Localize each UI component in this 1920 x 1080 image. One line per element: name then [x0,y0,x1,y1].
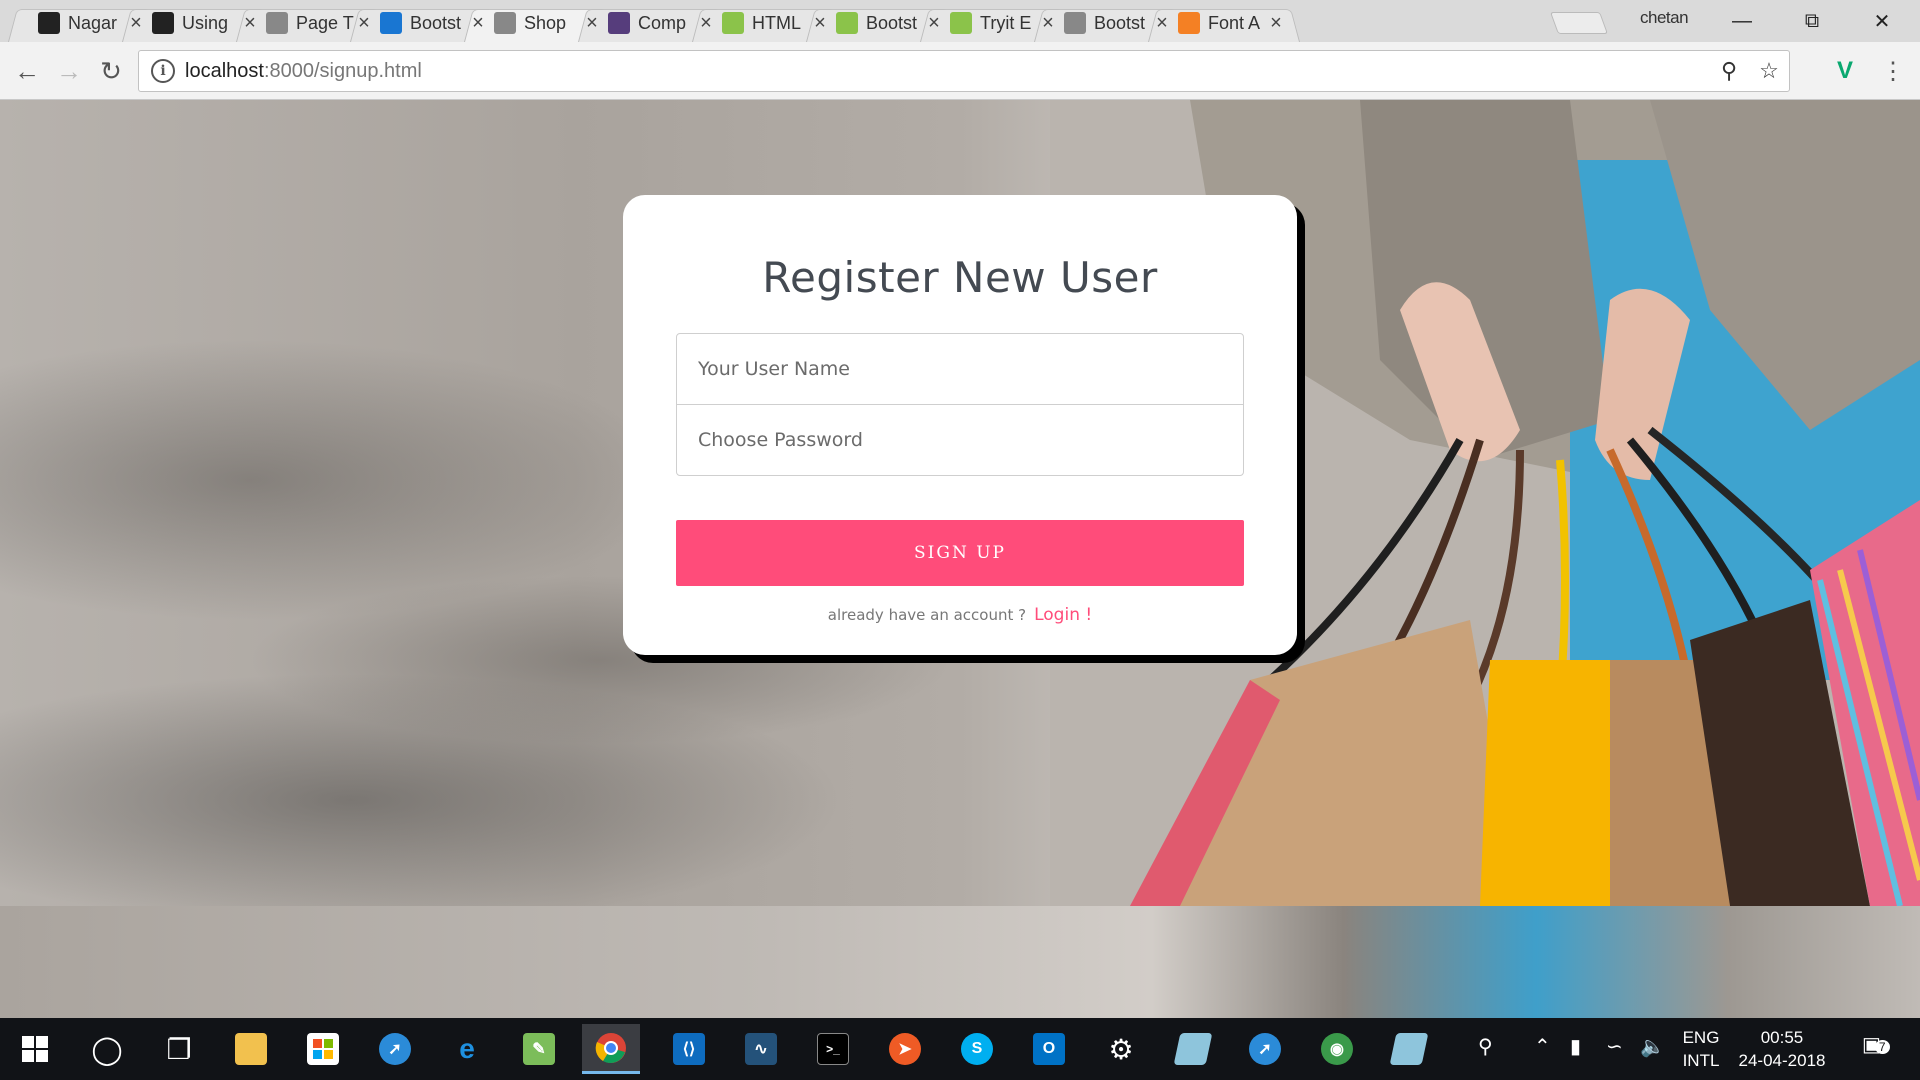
browser-app-icon[interactable]: ➚ [1236,1024,1294,1074]
w3-icon [950,12,972,34]
clock-date: 24-04-2018 [1738,1051,1826,1070]
tab-close-icon[interactable]: × [584,12,600,35]
outlook-icon[interactable]: O [1020,1024,1078,1074]
globe-app-icon[interactable]: ◉ [1308,1024,1366,1074]
tab-title: HTML [752,12,801,33]
tab-title: Comp [638,12,687,33]
windows-start-icon[interactable] [6,1024,64,1074]
back-icon[interactable]: ← [10,54,44,88]
settings-gear-icon[interactable]: ⚙ [1092,1024,1150,1074]
task-view-icon[interactable]: ❐ [150,1024,208,1074]
reload-icon[interactable]: ↻ [94,54,128,88]
password-input[interactable]: Choose Password [676,404,1244,476]
wifi-icon[interactable]: ∽ [1606,1034,1623,1059]
windows-taskbar: ◯ ❐ ➚ e ✎ ⟨⟩ ∿ >_ ➤ S O ⚙ ➚ ◉ ⚲ ⌃ ▮ ∽ 🔈 … [0,1018,1920,1080]
username-input[interactable]: Your User Name [676,333,1244,405]
safari-like-icon[interactable]: ➚ [366,1024,424,1074]
vue-extension-icon[interactable]: V [1828,56,1862,86]
w3-icon [836,12,858,34]
w3-icon [722,12,744,34]
info-icon[interactable]: i [151,59,175,83]
tab-title: Font A [1208,12,1261,33]
tab-close-icon[interactable]: × [356,12,372,35]
postman-icon[interactable]: ➤ [876,1024,934,1074]
page-icon [1064,12,1086,34]
skype-icon[interactable]: S [948,1024,1006,1074]
vscode-icon[interactable]: ⟨⟩ [660,1024,718,1074]
page-icon [494,12,516,34]
terminal-icon[interactable]: >_ [804,1024,862,1074]
address-url[interactable]: localhost:8000/signup.html [185,60,1709,83]
background-repeat-band [0,906,1920,1018]
file-explorer-icon[interactable] [222,1024,280,1074]
tab-title: Tryit E [980,12,1032,33]
browser-toolbar: ← → ↻ i localhost:8000/signup.html ⚲ ☆ V… [0,42,1920,100]
tab-close-icon[interactable]: × [698,12,714,35]
register-card: Register New User Your User Name Choose … [623,195,1297,655]
bookmark-star-icon[interactable]: ☆ [1749,58,1789,84]
tab-close-icon[interactable]: × [128,12,144,35]
sign-up-button[interactable]: SIGN UP [676,520,1244,586]
menu-kebab-icon[interactable]: ⋮ [1876,56,1910,86]
chrome-icon[interactable] [582,1024,640,1074]
close-window-icon[interactable]: ✕ [1854,4,1910,38]
page-title: Register New User [762,253,1158,302]
login-prompt: already have an account ? Login ! [623,605,1297,625]
tab-close-icon[interactable]: × [1154,12,1170,35]
tab-close-icon[interactable]: × [926,12,942,35]
bootstrap-blue-icon [380,12,402,34]
ex-icon [152,12,174,34]
page-viewport: Register New User Your User Name Choose … [0,100,1920,1018]
bootstrap-icon [608,12,630,34]
already-have-account-text: already have an account ? [827,606,1027,624]
tab-title: Using [182,12,229,33]
stackoverflow-icon [1178,12,1200,34]
new-tab-button[interactable] [1549,12,1609,34]
page-icon [266,12,288,34]
store-icon[interactable] [294,1024,352,1074]
tab-close-icon[interactable]: × [1268,12,1284,35]
paint-icon[interactable]: ✎ [510,1024,568,1074]
cortana-icon[interactable]: ◯ [78,1024,136,1074]
tray-chevron-icon[interactable]: ⌃ [1534,1034,1551,1059]
clock-time: 00:55 [1760,1028,1804,1047]
minimize-icon[interactable]: — [1714,4,1770,38]
tab-title: Bootst [410,12,462,33]
mysql-workbench-icon[interactable]: ∿ [732,1024,790,1074]
edge-icon[interactable]: e [438,1024,496,1074]
tab-10[interactable]: Font A × [1148,4,1300,42]
tab-close-icon[interactable]: × [812,12,828,35]
zoom-icon[interactable]: ⚲ [1709,58,1749,84]
clock[interactable]: 00:55 24-04-2018 [1722,1026,1842,1072]
notes-app-2-icon[interactable] [1380,1024,1438,1074]
tab-strip: Nagar × Using × Page T × Bootst × Shop × Comp × HTML… [0,0,1920,42]
login-link[interactable]: Login ! [1034,605,1092,625]
tab-title: Nagar [68,12,118,33]
notes-app-icon[interactable] [1164,1024,1222,1074]
volume-icon[interactable]: 🔈 [1640,1034,1665,1059]
action-center-icon[interactable]: ▣7 [1862,1032,1890,1057]
tab-title: Shop [524,12,567,33]
people-icon[interactable]: ⚲ [1478,1034,1493,1059]
notification-count: 7 [1874,1040,1890,1054]
forward-icon[interactable]: → [52,54,86,88]
language-indicator[interactable]: ENG INTL [1676,1026,1726,1072]
battery-icon[interactable]: ▮ [1570,1034,1581,1059]
tab-title: Bootst [866,12,918,33]
tab-title: Page T [296,12,354,33]
tab-title: Bootst [1094,12,1146,33]
restore-icon[interactable]: ⧉ [1784,4,1840,38]
address-bar[interactable]: i localhost:8000/signup.html ⚲ ☆ [138,50,1790,92]
github-icon [38,12,60,34]
profile-name[interactable]: chetan [1640,8,1689,28]
tab-close-icon[interactable]: × [1040,12,1056,35]
tab-close-icon[interactable]: × [470,12,486,35]
tab-close-icon[interactable]: × [242,12,258,35]
